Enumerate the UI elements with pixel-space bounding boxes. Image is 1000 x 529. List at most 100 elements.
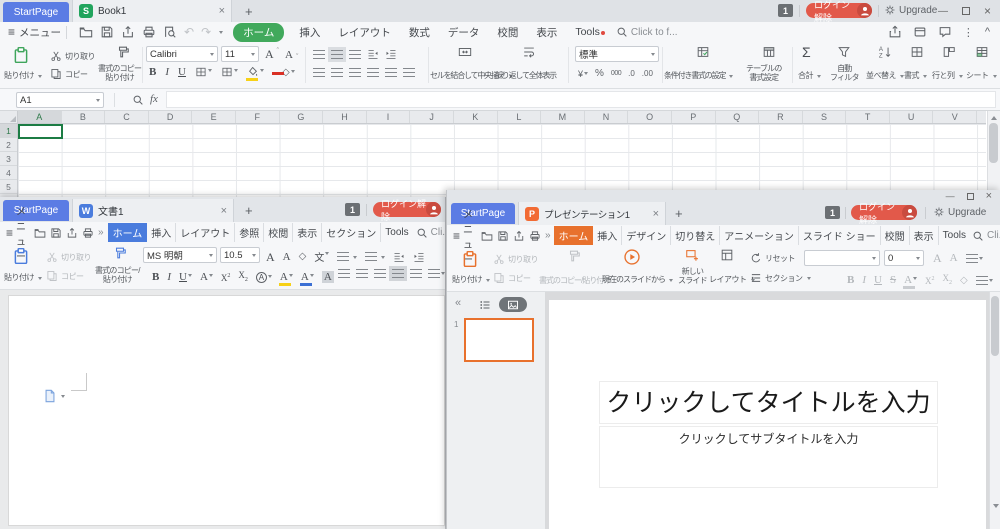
column-header[interactable]: B [62,111,106,123]
align-middle-button[interactable] [331,50,343,59]
tab-layout[interactable]: レイアウト [338,23,391,42]
column-header[interactable]: E [192,111,236,123]
export-icon[interactable] [121,25,135,39]
sheet-search-box[interactable]: Click to f... [616,26,678,38]
export-icon[interactable] [513,230,525,242]
tab-review[interactable]: 校閲 [881,226,910,245]
cut-button[interactable]: 切り取り [46,251,91,263]
open-folder-icon[interactable] [34,227,46,239]
sheet-logout-button[interactable]: ログイン解除 [806,3,872,18]
bullet-list-button[interactable] [966,254,983,263]
tab-home[interactable]: ホーム [233,23,284,42]
font-name-select[interactable]: Calibri [146,46,218,62]
scrollbar-thumb[interactable] [991,296,999,356]
tab-layout[interactable]: レイアウト [176,223,235,242]
char-shading-button[interactable]: A [322,271,334,283]
tab-review[interactable]: 校閲 [497,23,518,42]
indent-decrease-button[interactable] [367,48,379,60]
redo-icon[interactable]: ↷ [201,25,211,39]
wrap-text-button[interactable]: 折り返して全体表示 [495,70,556,81]
column-header[interactable]: O [628,111,672,123]
name-box[interactable]: A1 [16,92,104,108]
sheet-startpage-tab[interactable]: StartPage [3,2,69,22]
font-name-select[interactable]: MS 明朝 [143,247,217,263]
paste-label[interactable]: 貼り付け [4,70,42,81]
slide-layout-icon[interactable] [720,248,734,262]
column-header[interactable]: L [498,111,542,123]
embedded-doc-icon[interactable] [43,389,65,403]
conditional-format-icon[interactable] [696,45,710,59]
line-spacing-button[interactable] [428,269,445,278]
slides-tab-close-icon[interactable]: × [653,208,659,220]
writer-doc-tab[interactable]: W 文書1 × [72,199,234,222]
format-painter-label[interactable]: 書式のコピー/貼り付け [539,275,610,286]
merge-center-icon[interactable] [458,45,472,59]
row-header[interactable]: 4 [0,166,17,180]
italic-button[interactable]: I [167,271,171,283]
outline-view-icon[interactable] [479,299,491,311]
italic-button[interactable]: I [862,274,866,286]
cell-area[interactable] [18,124,986,197]
char-style-button[interactable]: A [200,271,213,283]
sheet-doc-tab[interactable]: S Book1 × [72,0,232,22]
fill-color-button[interactable] [247,66,264,78]
sheet-restore-button[interactable] [962,7,970,15]
bold-button[interactable]: B [847,274,854,286]
more-tools-chevron-icon[interactable]: » [545,230,551,241]
slides-logout-button[interactable]: ログイン解除 [851,205,917,220]
table-format-icon[interactable] [762,45,776,59]
phonetic-guide-button[interactable]: 文 [314,249,329,264]
tab-tools[interactable]: Tools [939,228,970,243]
save-icon[interactable] [100,25,114,39]
italic-button[interactable]: I [165,66,169,78]
tab-animations[interactable]: アニメーション [720,226,799,245]
indent-decrease-button[interactable] [393,251,405,263]
writer-doc-area[interactable] [0,290,446,529]
tab-formula[interactable]: 数式 [409,23,430,42]
sheet-close-button[interactable]: × [984,4,991,18]
sort-icon[interactable] [878,45,892,59]
column-header[interactable]: C [105,111,149,123]
cell-style-button[interactable] [221,66,238,78]
slide-canvas[interactable]: クリックしてタイトルを入力 クリックしてサブタイトルを入力 [549,300,986,529]
formula-input[interactable] [166,91,996,108]
new-slide-icon[interactable] [685,248,699,262]
borders-button[interactable] [195,66,212,78]
comma-format-button[interactable]: 000 [611,70,621,77]
scrollbar-thumb[interactable] [989,123,998,163]
print-preview-icon[interactable] [163,25,177,39]
justify-button[interactable] [392,269,404,278]
slides-notification-badge[interactable]: 1 [825,206,840,219]
thumbnail-view-toggle[interactable] [499,297,527,312]
writer-new-tab-button[interactable]: + [245,203,253,218]
row-header[interactable]: 5 [0,180,17,194]
section-button[interactable]: セクション [750,272,811,284]
autofilter-button[interactable]: 自動フィルタ [830,64,859,82]
writer-page[interactable] [8,295,445,526]
circled-char-button[interactable]: A [256,272,272,283]
table-format-button[interactable]: テーブルの書式設定 [746,64,782,82]
format-cells-icon[interactable] [910,45,924,59]
column-header[interactable]: S [803,111,847,123]
percent-format-button[interactable]: % [595,68,604,79]
rows-columns-button[interactable]: 行と列 [932,70,963,81]
theme-skin-icon[interactable] [913,25,927,39]
play-from-current-icon[interactable] [623,248,641,266]
column-header[interactable]: P [672,111,716,123]
subscript-button[interactable]: X2 [238,269,248,286]
column-header[interactable]: R [759,111,803,123]
align-top-button[interactable] [313,50,325,59]
column-header[interactable]: K [454,111,498,123]
slide-thumbnail-1[interactable] [464,318,534,362]
tab-view[interactable]: 表示 [536,23,557,42]
autofilter-icon[interactable] [837,45,851,59]
superscript-button[interactable]: X2 [221,270,231,284]
tab-tools[interactable]: Tools [381,225,412,240]
paste-button[interactable] [12,247,30,265]
tab-view[interactable]: 表示 [293,223,322,242]
reset-button[interactable]: リセット [750,252,795,264]
sheet-vertical-scrollbar[interactable] [987,111,1000,197]
highlight-color-button[interactable]: A [280,271,293,283]
font-size-select[interactable]: 11 [221,46,259,62]
format-cells-button[interactable]: 書式 [904,70,927,81]
